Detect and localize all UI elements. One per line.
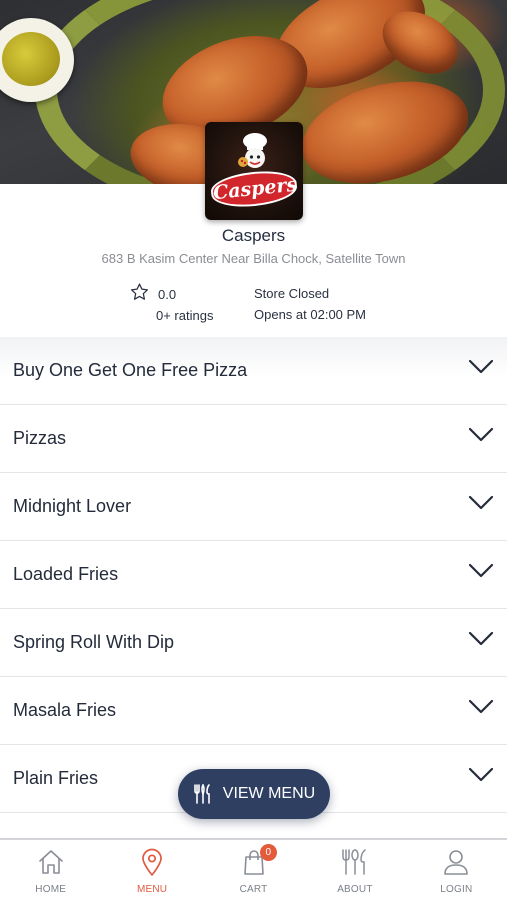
chevron-down-icon [468,563,494,578]
chevron-down-icon [468,495,494,510]
store-logo: Caspers [205,122,303,220]
category-item[interactable]: Spring Roll With Dip [0,609,507,677]
logo-wordmark: Caspers [209,167,299,211]
chef-mascot-icon [238,133,267,168]
category-label: Midnight Lover [13,496,132,516]
category-item[interactable]: Masala Fries [0,677,507,745]
category-label: Plain Fries [13,768,99,788]
store-opening-time: Opens at 02:00 PM [254,307,367,322]
nav-label: LOGIN [440,884,473,895]
view-menu-button[interactable]: VIEW MENU [178,769,330,819]
home-icon [38,850,63,874]
view-menu-label: VIEW MENU [222,785,316,802]
bottom-nav: HOME MENU 0 CART ABOUT LOGIN [0,838,507,900]
category-label: Loaded Fries [13,564,119,584]
map-pin-icon [142,848,162,876]
store-address: 683 B Kasim Center Near Billa Chock, Sat… [101,251,406,266]
nav-cart[interactable]: 0 CART [203,840,304,900]
store-status: Store Closed [254,286,330,301]
category-item[interactable]: Pizzas [0,405,507,473]
category-item[interactable]: Buy One Get One Free Pizza [0,337,507,405]
category-label: Masala Fries [13,700,117,720]
category-label: Pizzas [13,428,67,448]
nav-login[interactable]: LOGIN [406,840,507,900]
utensils-icon [342,849,366,875]
star-icon [130,283,149,300]
store-name: Caspers [221,226,286,245]
rating-count: 0+ ratings [156,308,214,323]
nav-about[interactable]: ABOUT [304,840,405,900]
utensils-icon [193,784,210,804]
category-list: Buy One Get One Free Pizza Pizzas Midnig… [0,337,507,813]
category-item[interactable]: Midnight Lover [0,473,507,541]
chevron-down-icon [468,699,494,714]
chevron-down-icon [468,631,494,646]
nav-label: ABOUT [337,884,373,895]
nav-label: CART [239,884,268,895]
chevron-down-icon [468,767,494,782]
nav-home[interactable]: HOME [0,840,101,900]
rating-value: 0.0 [158,287,177,302]
nav-label: MENU [136,884,168,895]
cart-count-badge: 0 [259,844,277,861]
category-label: Buy One Get One Free Pizza [13,360,248,380]
nav-label: HOME [35,884,67,895]
nav-menu[interactable]: MENU [101,840,202,900]
chevron-down-icon [468,359,494,374]
category-label: Spring Roll With Dip [13,632,175,652]
chevron-down-icon [468,427,494,442]
category-item[interactable]: Loaded Fries [0,541,507,609]
user-icon [444,850,469,875]
store-page: Caspers Caspers 683 B Kasim Center Near … [0,0,507,900]
